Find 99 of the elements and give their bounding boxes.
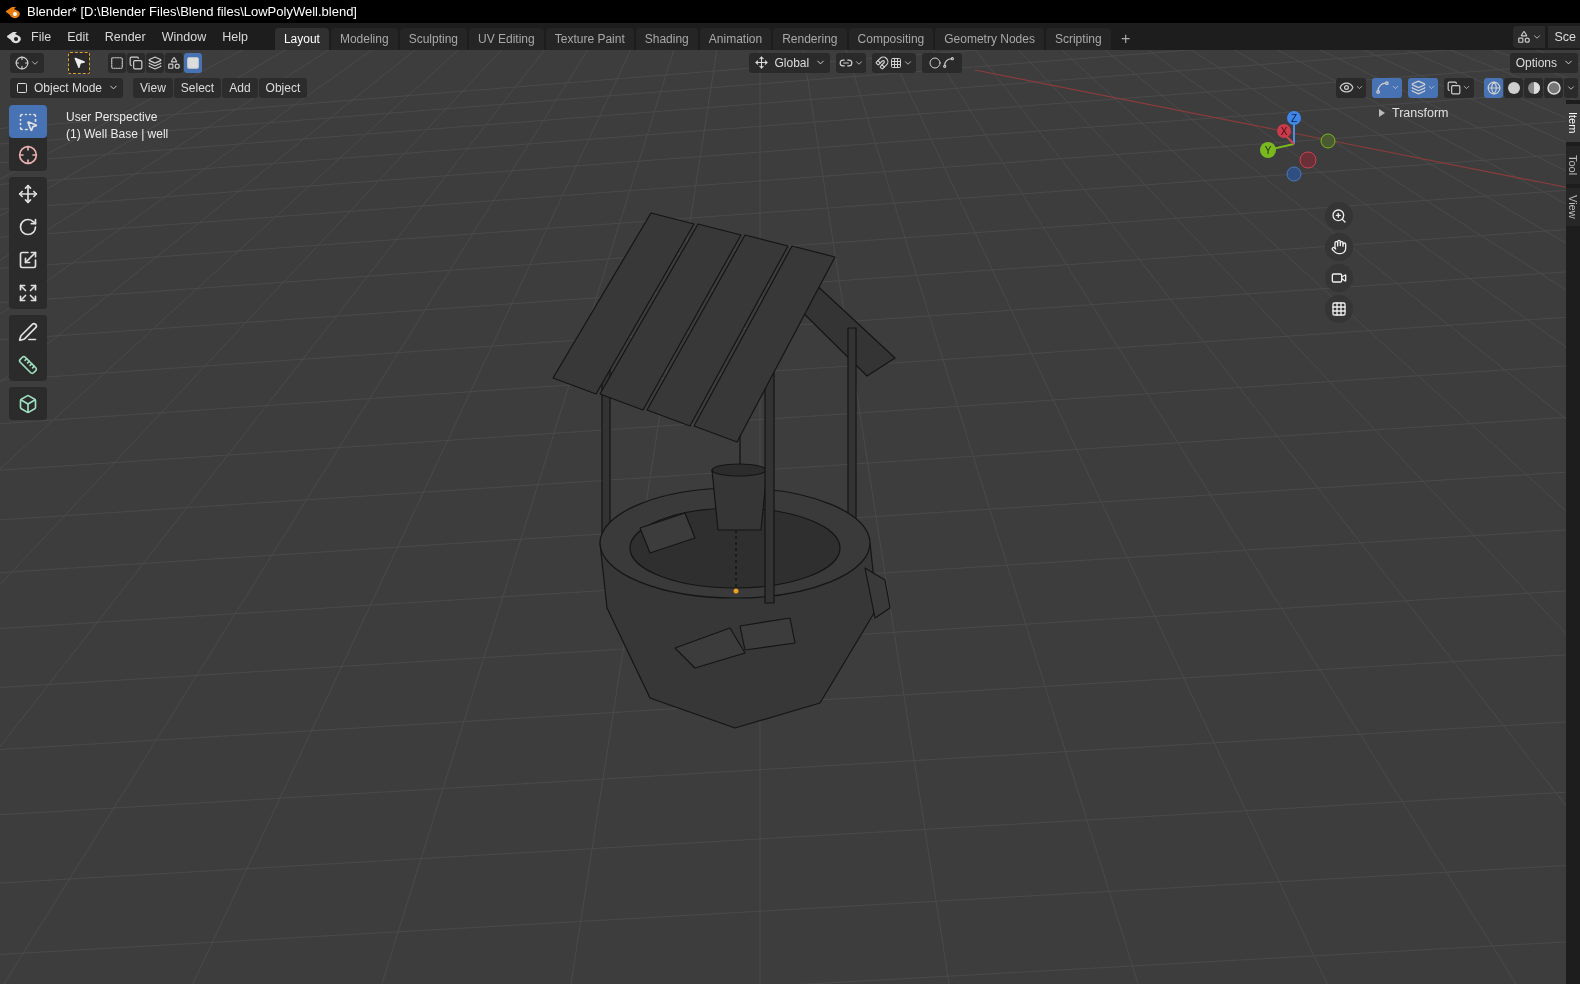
pan-button[interactable] [1325, 233, 1353, 261]
dropdown-caret-icon [1531, 32, 1542, 42]
select-extend-icon [129, 55, 143, 70]
sidebar-tab[interactable]: Tool [1566, 146, 1580, 184]
menu-item[interactable]: File [24, 26, 59, 47]
visibility-icon [1338, 80, 1354, 95]
expand-triangle-icon [1378, 109, 1386, 117]
rotate-icon [18, 216, 38, 237]
viewport-info-text: (1) Well Base | well [66, 127, 169, 141]
workspace-tab[interactable]: Compositing [848, 28, 934, 50]
transform-panel-header[interactable]: Transform [1374, 104, 1453, 122]
dropdown-caret-icon [1426, 83, 1436, 92]
workspace-tab[interactable]: Geometry Nodes [935, 28, 1044, 50]
scene-selector-button[interactable] [1513, 26, 1546, 48]
transform-icon [18, 282, 38, 303]
viewport-menu-item[interactable]: View [133, 77, 173, 98]
navigation-gizmo[interactable]: Z X Y [1256, 108, 1346, 192]
blender-menu-icon [6, 29, 22, 44]
viewport-menu-item[interactable]: Add [222, 77, 258, 98]
viewport-toggle-button[interactable] [1408, 77, 1438, 98]
menu-item[interactable]: Window [154, 26, 214, 47]
workspace-tab[interactable]: Modeling [330, 28, 398, 50]
zoom-button[interactable] [1325, 202, 1353, 230]
shading-mode-button[interactable] [1504, 77, 1523, 98]
blender-logo-icon [5, 4, 21, 19]
window-title: Blender* [D:\Blender Files\Blend files\LowPolyWell.blend] [27, 4, 357, 19]
magnet-icon [875, 55, 890, 70]
move-icon [18, 183, 38, 204]
dropdown-caret-icon [1390, 83, 1400, 92]
select-subtract-icon [148, 55, 162, 70]
select-difference-icon [167, 55, 181, 70]
ortho-toggle-button[interactable] [1325, 295, 1353, 323]
scene-icon [1516, 30, 1531, 44]
hand-icon [1331, 239, 1347, 255]
options-dropdown[interactable]: Options [1509, 52, 1578, 73]
falloff-icon [942, 56, 956, 69]
editor-type-icon [14, 55, 29, 70]
menu-item[interactable]: Render [97, 26, 153, 47]
workspace-tab[interactable]: Texture Paint [545, 28, 634, 50]
gizmo-icon [1374, 80, 1390, 95]
workspace-tab[interactable]: Sculpting [399, 28, 467, 50]
grid-icon [1331, 301, 1347, 317]
select-new-icon [110, 55, 124, 70]
viewport-menu-item[interactable]: Select [173, 77, 222, 98]
snap-grid-icon [890, 56, 903, 69]
cursor-icon [18, 144, 38, 165]
workspace-tab[interactable]: Rendering [773, 28, 847, 50]
active-tool-button[interactable] [68, 51, 90, 74]
proportional-edit-button[interactable] [922, 52, 963, 73]
shading-mode-button[interactable] [1524, 77, 1543, 98]
viewport-toggle-button[interactable] [1444, 77, 1474, 98]
workspace-tab[interactable]: Animation [699, 28, 772, 50]
overlay-icon [1410, 80, 1426, 95]
xray-icon [1447, 80, 1461, 95]
dropdown-caret-icon [1462, 83, 1471, 92]
select-mode-button[interactable] [146, 52, 164, 73]
editor-type-button[interactable] [10, 52, 44, 73]
pivot-button[interactable] [836, 52, 867, 73]
workspace-tab[interactable]: UV Editing [469, 28, 544, 50]
annotate-icon [18, 321, 38, 342]
solid-sphere-icon [1506, 80, 1521, 95]
viewport-menu-item[interactable]: Object [258, 77, 308, 98]
select-box-icon [18, 111, 38, 132]
shading-mode-button[interactable] [1484, 77, 1503, 98]
camera-icon [1331, 270, 1347, 286]
snap-button[interactable] [872, 52, 917, 73]
mode-dropdown[interactable]: Object Mode [10, 77, 124, 98]
camera-view-button[interactable] [1325, 264, 1353, 292]
add-cube-icon [18, 393, 38, 414]
axes-icon [755, 56, 769, 69]
viewport-toggle-button[interactable] [1372, 77, 1402, 98]
viewport-info-text: User Perspective [66, 110, 159, 124]
select-mode-button[interactable] [108, 52, 126, 73]
menu-item[interactable]: Edit [60, 26, 96, 47]
select-mode-button[interactable] [127, 52, 145, 73]
select-mode-button[interactable] [165, 52, 183, 73]
select-mode-button[interactable] [184, 52, 202, 73]
object-mode-icon [16, 81, 28, 94]
workspace-tab[interactable]: Shading [635, 28, 698, 50]
pointer-icon [72, 56, 86, 69]
zoom-icon [1331, 208, 1347, 224]
menu-item[interactable]: Help [215, 26, 255, 47]
orientation-dropdown[interactable]: Global [749, 52, 831, 73]
select-intersect-icon [186, 55, 200, 70]
add-workspace-button[interactable]: + [1114, 28, 1137, 50]
workspace-tab[interactable]: Layout [274, 28, 329, 50]
material-sphere-icon [1526, 80, 1541, 95]
measure-icon [18, 354, 38, 375]
scale-icon [18, 249, 38, 270]
workspace-tab[interactable]: Scripting [1045, 28, 1111, 50]
viewport-toggle-button[interactable] [1336, 77, 1366, 98]
proportional-icon [929, 56, 942, 69]
sidebar-tab[interactable]: View [1566, 188, 1580, 226]
shading-mode-button[interactable] [1544, 77, 1563, 98]
rendered-sphere-icon [1546, 80, 1561, 95]
wireframe-icon [1486, 80, 1501, 95]
dropdown-caret-icon [1354, 83, 1364, 92]
scene-name-field[interactable]: Sce [1548, 26, 1580, 48]
sidebar-tab[interactable]: Item [1566, 104, 1580, 142]
